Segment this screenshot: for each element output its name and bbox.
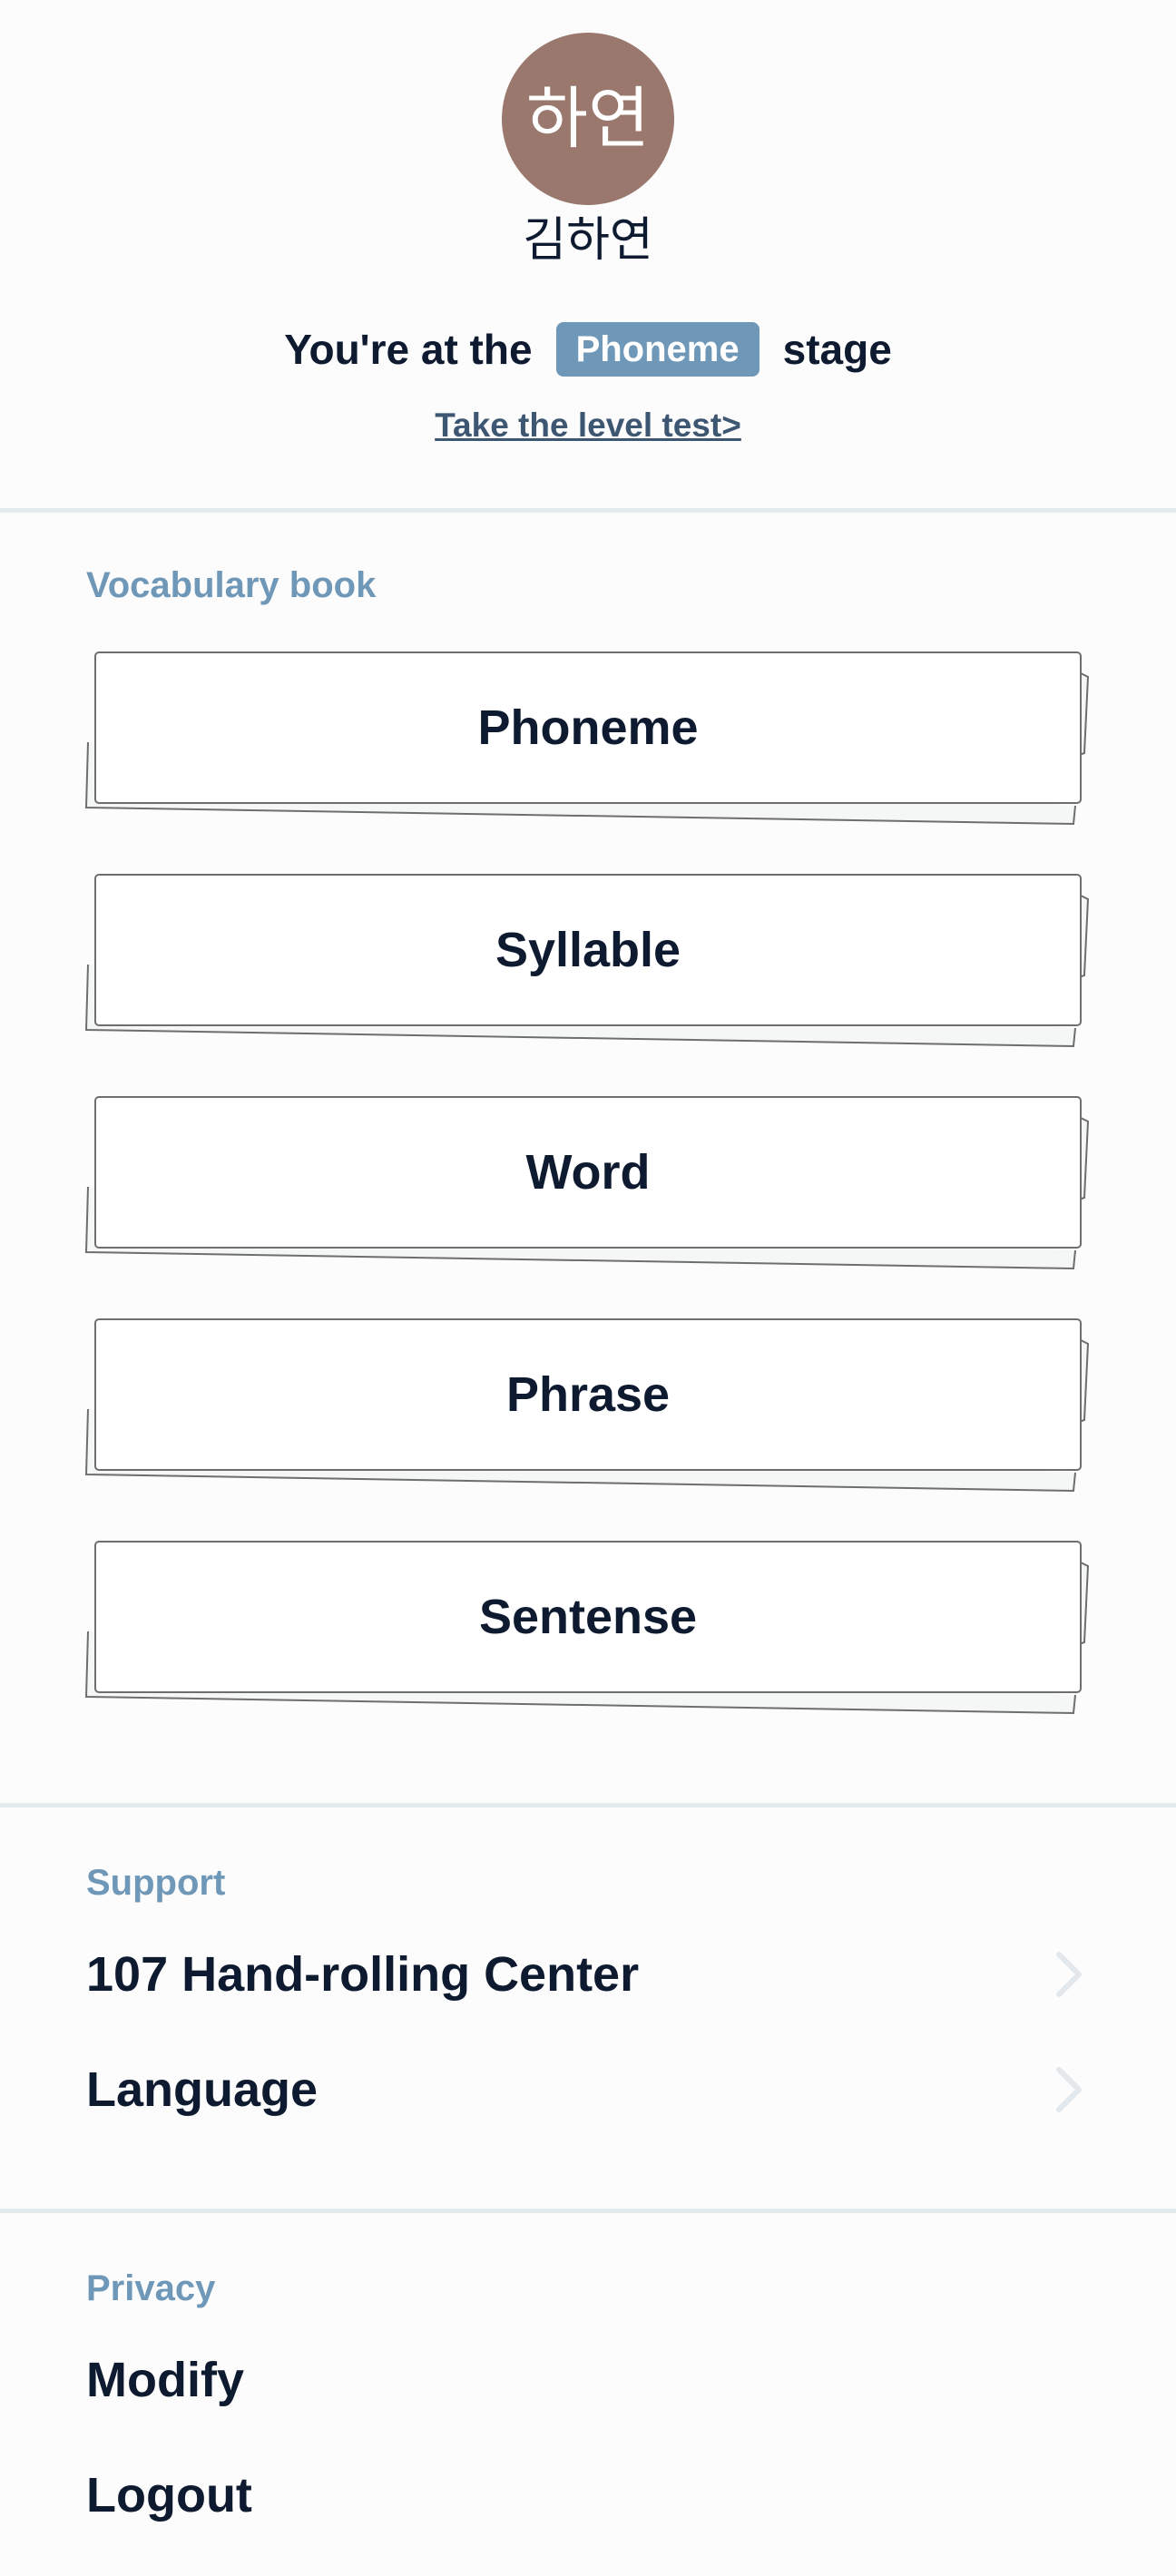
menu-item-modify[interactable]: Modify [86,2335,1093,2425]
menu-item-label: Language [86,2062,318,2117]
vocab-card-phrase[interactable]: Phrase [84,1318,1093,1493]
section-divider [0,508,1176,513]
stage-line: You're at the Phoneme stage [0,318,1176,381]
vocab-card-label: Syllable [495,923,681,977]
privacy-section-title: Privacy [86,2268,216,2308]
menu-item-label: 107 Hand-rolling Center [86,1947,640,2002]
section-divider [0,1803,1176,1807]
level-test-link[interactable]: Take the level test> [0,403,1176,448]
stage-prefix: You're at the [284,326,533,373]
vocab-card-word[interactable]: Word [84,1096,1093,1270]
menu-item-label: Logout [86,2468,252,2522]
chevron-right-icon [1056,1952,1082,1997]
vocabulary-section-title: Vocabulary book [86,565,377,605]
menu-item-language[interactable]: Language [86,2044,1093,2135]
section-divider [0,2209,1176,2213]
menu-item-hand-rolling-center[interactable]: 107 Hand-rolling Center [86,1929,1093,2020]
vocab-card-label: Phrase [505,1367,671,1422]
profile-header: 하연 김하연 You're at the Phoneme stage Take … [0,0,1176,508]
stage-badge: Phoneme [555,322,760,377]
vocab-card-label: Phoneme [477,700,699,755]
menu-item-label: Modify [86,2353,244,2407]
vocab-card-label: Sentense [478,1590,698,1644]
vocab-card-syllable[interactable]: Syllable [84,874,1093,1048]
stage-suffix: stage [782,326,892,373]
support-section-title: Support [86,1863,226,1903]
avatar[interactable]: 하연 [502,33,674,205]
vocab-card-label: Word [525,1145,651,1200]
vocab-card-phoneme[interactable]: Phoneme [84,651,1093,826]
menu-item-logout[interactable]: Logout [86,2450,1093,2541]
user-name: 김하연 [523,213,653,268]
chevron-right-icon [1056,2067,1082,2112]
vocab-card-sentence[interactable]: Sentense [84,1541,1093,1715]
